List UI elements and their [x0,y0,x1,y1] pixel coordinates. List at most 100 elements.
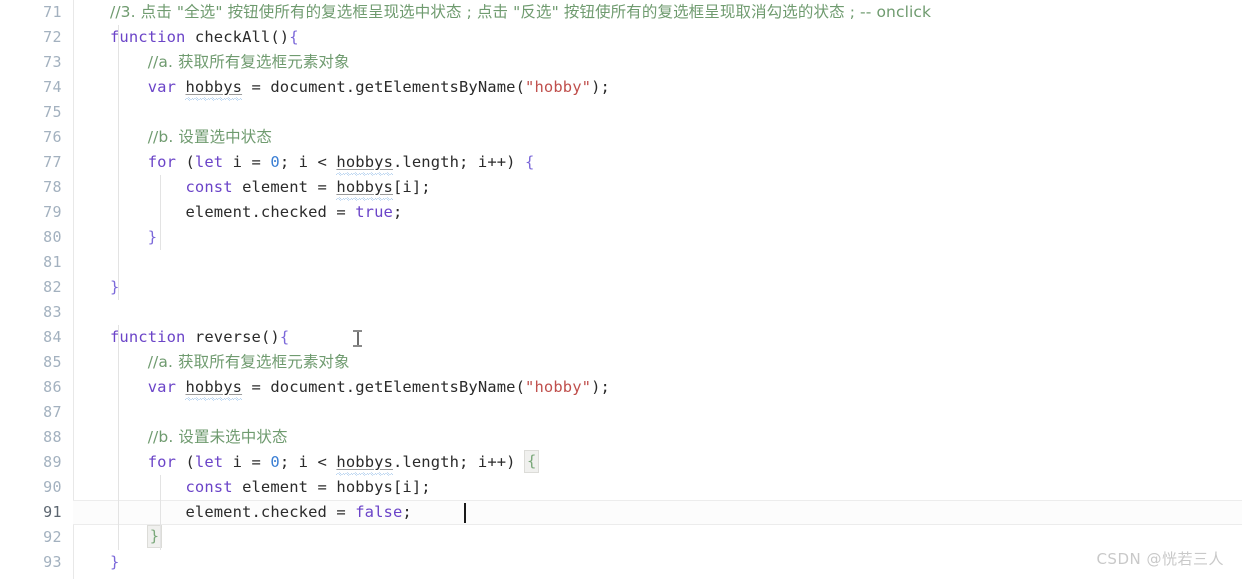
line-number: 83 [43,303,62,321]
line-number: 93 [43,553,62,571]
code-line[interactable]: 83 [0,300,1242,325]
line-number: 81 [43,253,62,271]
indent-guide [118,325,119,550]
line-number: 73 [43,53,62,71]
code-token: .length; i++) [393,153,526,171]
code-line[interactable]: 74 var hobbys = document.getElementsByNa… [0,75,1242,100]
code-text[interactable]: const element = hobbys[i]; [110,475,431,500]
code-token: let [194,453,224,471]
code-line[interactable]: 88 //b. 设置未选中状态 [0,425,1242,450]
line-number: 86 [43,378,62,396]
code-line[interactable]: 80 } [0,225,1242,250]
line-number: 89 [43,453,62,471]
code-text[interactable]: } [110,550,119,575]
line-number: 92 [43,528,62,546]
code-token: hobbys [185,78,243,96]
indent-guide [160,175,161,250]
code-text[interactable]: //a. 获取所有复选框元素对象 [110,50,350,75]
code-line[interactable]: 90 const element = hobbys[i]; [0,475,1242,500]
code-line[interactable]: 85 //a. 获取所有复选框元素对象 [0,350,1242,375]
line-number: 76 [43,128,62,146]
code-text[interactable]: element.checked = true; [110,200,402,225]
code-line[interactable]: 81 [0,250,1242,275]
code-line[interactable]: 87 [0,400,1242,425]
code-line[interactable]: 78 const element = hobbys[i]; [0,175,1242,200]
code-line[interactable]: 72 function checkAll(){ [0,25,1242,50]
code-text[interactable]: var hobbys = document.getElementsByName(… [110,75,610,100]
code-text[interactable]: element.checked = false; [110,500,412,525]
code-token: ; i < [279,453,337,471]
code-token: element.checked = [110,203,356,221]
code-token: } [110,553,120,571]
code-text[interactable]: //a. 获取所有复选框元素对象 [110,350,350,375]
code-token: element = [232,178,337,196]
line-number: 77 [43,153,62,171]
code-line[interactable]: 77 for (let i = 0; i < hobbys.length; i+… [0,150,1242,175]
code-token: ; [392,203,403,221]
code-token: hobbys [336,178,393,196]
code-line[interactable]: 79 element.checked = true; [0,200,1242,225]
code-token: 0 [270,153,280,171]
code-text[interactable]: //b. 设置未选中状态 [110,425,288,450]
code-token: //3. 点击 "全选" 按钮使所有的复选框呈现选中状态 ; 点击 "反选" 按… [110,3,932,21]
code-text[interactable]: function reverse(){ [110,325,289,350]
code-line[interactable]: 92 } [0,525,1242,550]
code-token: function [110,28,186,46]
line-number: 82 [43,278,62,296]
code-line[interactable]: 86 var hobbys = document.getElementsByNa… [0,375,1242,400]
code-line[interactable]: 73 //a. 获取所有复选框元素对象 [0,50,1242,75]
code-editor[interactable]: 71 //3. 点击 "全选" 按钮使所有的复选框呈现选中状态 ; 点击 "反选"… [0,0,1242,579]
code-token: element = hobbys[i]; [232,478,431,496]
code-line[interactable]: 93} [0,550,1242,575]
indent-guide [160,475,161,550]
code-token: = document.getElementsByName [242,78,516,96]
line-number: 84 [43,328,62,346]
code-token: let [194,153,224,171]
code-token: //a. 获取所有复选框元素对象 [147,53,350,71]
code-line[interactable]: 75 [0,100,1242,125]
csdn-watermark: CSDN @恍若三人 [1096,550,1224,568]
code-token: { [525,153,535,171]
code-text[interactable]: for (let i = 0; i < hobbys.length; i++) … [110,450,540,475]
code-token: ); [591,378,610,396]
code-token: false [355,503,403,521]
code-token: ; i < [279,153,337,171]
code-text[interactable]: const element = hobbys[i]; [110,175,431,200]
line-number: 85 [43,353,62,371]
code-token: "hobby" [525,378,592,396]
code-token: { [279,328,290,346]
code-text[interactable]: var hobbys = document.getElementsByName(… [110,375,610,400]
line-number: 75 [43,103,62,121]
code-line[interactable]: 84 function reverse(){ [0,325,1242,350]
code-token: for [147,153,177,171]
line-number: 78 [43,178,62,196]
code-line[interactable]: 82} [0,275,1242,300]
code-text[interactable]: for (let i = 0; i < hobbys.length; i++) … [110,150,535,175]
code-text[interactable]: //3. 点击 "全选" 按钮使所有的复选框呈现选中状态 ; 点击 "反选" 按… [110,0,931,25]
code-token: 0 [270,453,280,471]
line-number: 87 [43,403,62,421]
code-text[interactable]: function checkAll(){ [110,25,299,50]
code-text[interactable]: //b. 设置选中状态 [110,125,272,150]
code-line[interactable]: 76 //b. 设置选中状态 [0,125,1242,150]
code-token: checkAll [194,28,271,46]
code-token: = document.getElementsByName [242,378,516,396]
code-line[interactable]: 71 //3. 点击 "全选" 按钮使所有的复选框呈现选中状态 ; 点击 "反选"… [0,0,1242,25]
code-line[interactable]: 91 element.checked = false; [0,500,1242,525]
code-token: { [289,28,299,46]
code-line[interactable]: 89 for (let i = 0; i < hobbys.length; i+… [0,450,1242,475]
code-token: const [185,178,233,196]
code-token: i = [223,453,271,471]
mouse-ibeam-cursor [353,330,362,347]
